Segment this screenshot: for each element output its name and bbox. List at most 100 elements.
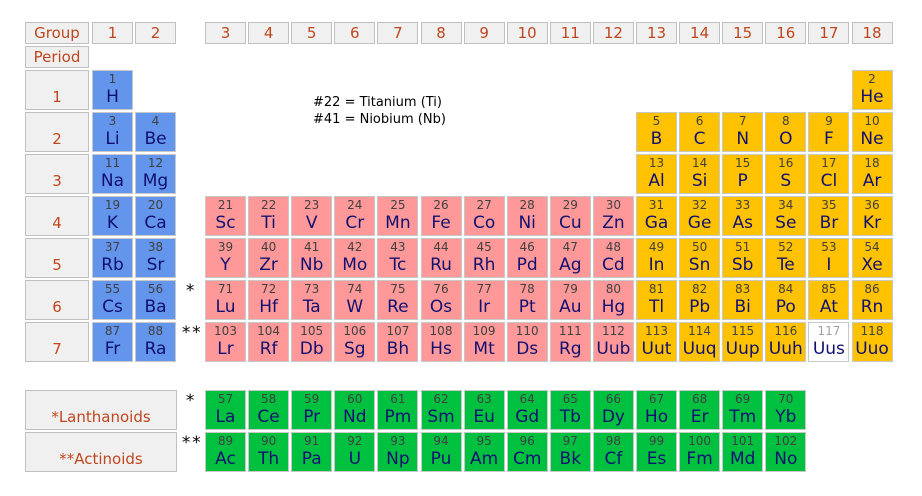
element-bh[interactable]: 107 Bh	[377, 322, 419, 362]
element-cs[interactable]: 55 Cs	[92, 280, 133, 320]
element-er[interactable]: 68 Er	[679, 390, 721, 430]
element-se[interactable]: 34 Se	[765, 196, 807, 236]
element-np[interactable]: 93 Np	[377, 432, 419, 472]
element-pr[interactable]: 59 Pr	[291, 390, 333, 430]
element-f[interactable]: 9F	[808, 112, 850, 152]
element-pm[interactable]: 61 Pm	[377, 390, 419, 430]
element-ta[interactable]: 73 Ta	[291, 280, 333, 320]
element-mt[interactable]: 109 Mt	[463, 322, 505, 362]
element-dy[interactable]: 66 Dy	[592, 390, 634, 430]
element-cl[interactable]: 17 Cl	[808, 154, 850, 194]
element-hs[interactable]: 108 Hs	[420, 322, 462, 362]
element-tc[interactable]: 43 Tc	[377, 238, 419, 278]
element-i[interactable]: 53 I	[808, 238, 850, 278]
element-gd[interactable]: 64 Gd	[506, 390, 548, 430]
element-po[interactable]: 84 Po	[765, 280, 807, 320]
element-uuo[interactable]: 118 Uuo	[851, 322, 893, 362]
element-cm[interactable]: 96 Cm	[506, 432, 548, 472]
element-eu[interactable]: 63 Eu	[463, 390, 505, 430]
element-zn[interactable]: 30 Zn	[592, 196, 634, 236]
element-b[interactable]: 5B	[636, 112, 677, 152]
element-cf[interactable]: 98 Cf	[592, 432, 634, 472]
element-o[interactable]: 8O	[765, 112, 807, 152]
element-rf[interactable]: 104 Rf	[248, 322, 290, 362]
element-rn[interactable]: 86 Rn	[851, 280, 893, 320]
element-cd[interactable]: 48 Cd	[592, 238, 634, 278]
element-p[interactable]: 15 P	[722, 154, 764, 194]
element-ce[interactable]: 58 Ce	[248, 390, 290, 430]
element-pa[interactable]: 91 Pa	[291, 432, 333, 472]
element-at[interactable]: 85 At	[808, 280, 850, 320]
element-md[interactable]: 101 Md	[722, 432, 764, 472]
element-pb[interactable]: 82 Pb	[679, 280, 721, 320]
element-pd[interactable]: 46 Pd	[506, 238, 548, 278]
element-nd[interactable]: 60 Nd	[334, 390, 376, 430]
element-uup[interactable]: 115 Uup	[722, 322, 764, 362]
element-mg[interactable]: 12 Mg	[135, 154, 176, 194]
element-ir[interactable]: 77 Ir	[463, 280, 505, 320]
element-tb[interactable]: 65 Tb	[549, 390, 591, 430]
element-sr[interactable]: 38 Sr	[135, 238, 176, 278]
element-ga[interactable]: 31 Ga	[636, 196, 677, 236]
element-xe[interactable]: 54 Xe	[851, 238, 893, 278]
element-ni[interactable]: 28 Ni	[506, 196, 548, 236]
element-no[interactable]: 102 No	[765, 432, 807, 472]
element-h[interactable]: 1H	[92, 70, 133, 110]
element-y[interactable]: 39 Y	[205, 238, 246, 278]
element-u[interactable]: 92 U	[334, 432, 376, 472]
element-ds[interactable]: 110 Ds	[506, 322, 548, 362]
element-sm[interactable]: 62 Sm	[420, 390, 462, 430]
element-pt[interactable]: 78 Pt	[506, 280, 548, 320]
element-ho[interactable]: 67 Ho	[636, 390, 677, 430]
element-kr[interactable]: 36 Kr	[851, 196, 893, 236]
element-os[interactable]: 76 Os	[420, 280, 462, 320]
element-be[interactable]: 4 Be	[135, 112, 176, 152]
element-co[interactable]: 27 Co	[463, 196, 505, 236]
element-re[interactable]: 75 Re	[377, 280, 419, 320]
element-ba[interactable]: 56 Ba	[135, 280, 176, 320]
element-bi[interactable]: 83 Bi	[722, 280, 764, 320]
element-v[interactable]: 23 V	[291, 196, 333, 236]
element-ti[interactable]: 22 Ti	[248, 196, 290, 236]
element-ag[interactable]: 47 Ag	[549, 238, 591, 278]
element-hg[interactable]: 80 Hg	[592, 280, 634, 320]
element-cr[interactable]: 24 Cr	[334, 196, 376, 236]
element-li[interactable]: 3 Li	[92, 112, 133, 152]
element-sb[interactable]: 51 Sb	[722, 238, 764, 278]
element-tm[interactable]: 69 Tm	[722, 390, 764, 430]
element-lu[interactable]: 71 Lu	[205, 280, 246, 320]
element-uut[interactable]: 113 Uut	[636, 322, 677, 362]
element-bk[interactable]: 97 Bk	[549, 432, 591, 472]
element-yb[interactable]: 70 Yb	[765, 390, 807, 430]
element-s[interactable]: 16 S	[765, 154, 807, 194]
element-ar[interactable]: 18 Ar	[851, 154, 893, 194]
element-na[interactable]: 11 Na	[92, 154, 133, 194]
element-th[interactable]: 90 Th	[248, 432, 290, 472]
element-mo[interactable]: 42 Mo	[334, 238, 376, 278]
element-ge[interactable]: 32 Ge	[679, 196, 721, 236]
element-lr[interactable]: 103 Lr	[205, 322, 246, 362]
element-rh[interactable]: 45 Rh	[463, 238, 505, 278]
element-la[interactable]: 57 La	[205, 390, 246, 430]
element-cu[interactable]: 29 Cu	[549, 196, 591, 236]
element-as[interactable]: 33 As	[722, 196, 764, 236]
element-ac[interactable]: 89 Ac	[205, 432, 246, 472]
element-sc[interactable]: 21 Sc	[205, 196, 246, 236]
element-rg[interactable]: 111 Rg	[549, 322, 591, 362]
element-pu[interactable]: 94 Pu	[420, 432, 462, 472]
element-w[interactable]: 74 W	[334, 280, 376, 320]
element-uuh[interactable]: 116 Uuh	[765, 322, 807, 362]
element-br[interactable]: 35 Br	[808, 196, 850, 236]
element-ru[interactable]: 44 Ru	[420, 238, 462, 278]
element-zr[interactable]: 40 Zr	[248, 238, 290, 278]
element-uub[interactable]: 112 Uub	[592, 322, 634, 362]
element-uus[interactable]: 117 Uus	[808, 322, 850, 362]
element-mn[interactable]: 25 Mn	[377, 196, 419, 236]
element-sg[interactable]: 106 Sg	[334, 322, 376, 362]
element-hf[interactable]: 72 Hf	[248, 280, 290, 320]
element-sn[interactable]: 50 Sn	[679, 238, 721, 278]
element-nb[interactable]: 41 Nb	[291, 238, 333, 278]
element-uuq[interactable]: 114 Uuq	[679, 322, 721, 362]
element-es[interactable]: 99 Es	[636, 432, 677, 472]
element-fe[interactable]: 26 Fe	[420, 196, 462, 236]
